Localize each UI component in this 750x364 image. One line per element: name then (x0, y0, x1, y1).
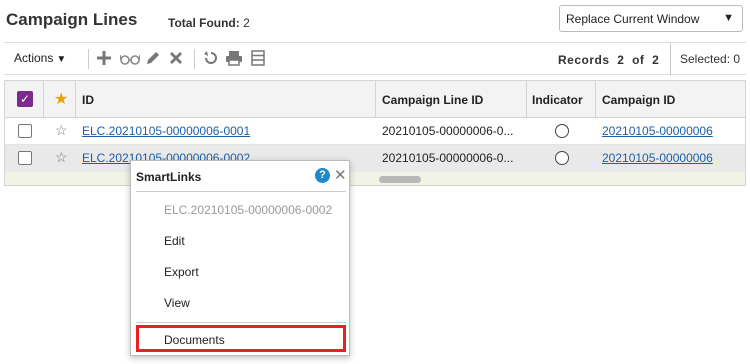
add-icon[interactable] (95, 48, 113, 68)
toolbar-divider (88, 49, 89, 69)
row-campaign-line-id: 20210105-00000006-0... (382, 151, 514, 165)
records-label: Records (558, 53, 610, 67)
actions-label: Actions (14, 51, 54, 65)
column-header-id[interactable]: ID (82, 93, 94, 107)
indicator-radio[interactable] (555, 124, 569, 138)
column-divider (375, 81, 376, 118)
records-total: 2 (652, 53, 660, 67)
close-icon[interactable]: ✕ (334, 166, 347, 184)
popup-divider (136, 191, 346, 192)
page-title: Campaign Lines (6, 10, 138, 29)
row-id-link[interactable]: ELC.20210105-00000006-0001 (82, 124, 250, 138)
table-row[interactable]: ☆ ELC.20210105-00000006-0001 20210105-00… (5, 118, 745, 145)
select-all-checkbox[interactable]: ✓ (17, 91, 33, 107)
column-divider (75, 81, 76, 118)
records-of: of (632, 53, 645, 67)
smartlinks-export[interactable]: Export (164, 265, 199, 279)
window-mode-select[interactable]: Replace Current Window ▼ (559, 5, 743, 32)
column-divider (43, 81, 44, 118)
total-found-value: 2 (243, 16, 250, 30)
columns-icon[interactable] (249, 48, 267, 68)
smartlinks-record-id: ELC.20210105-00000006-0002 (164, 203, 333, 217)
glasses-icon[interactable] (119, 48, 141, 68)
title-bar: Campaign Lines Total Found: 2 Replace Cu… (0, 0, 750, 42)
help-icon[interactable]: ? (315, 168, 330, 183)
star-outline-icon[interactable]: ☆ (55, 122, 68, 139)
column-header-indicator[interactable]: Indicator (532, 93, 583, 107)
delete-icon[interactable] (167, 48, 185, 68)
window-mode-value: Replace Current Window (566, 12, 700, 26)
indicator-radio[interactable] (555, 151, 569, 165)
selected-counter: Selected: 0 (680, 52, 740, 66)
toolbar-divider (670, 43, 671, 76)
campaign-lines-grid: ✓ ★ ID Campaign Line ID Indicator Campai… (4, 80, 746, 186)
horizontal-scrollbar[interactable] (379, 176, 421, 183)
total-found-label: Total Found: (168, 16, 240, 30)
records-counter: Records 2 of 2 (558, 53, 659, 67)
actions-menu-button[interactable]: Actions ▼ (14, 51, 66, 65)
smartlinks-edit[interactable]: Edit (164, 234, 185, 248)
column-header-campaign-line-id[interactable]: Campaign Line ID (382, 93, 483, 107)
chevron-down-icon: ▼ (723, 12, 734, 24)
row-campaign-id-link[interactable]: 20210105-00000006 (602, 124, 713, 138)
row-checkbox[interactable] (18, 124, 32, 138)
row-campaign-line-id: 20210105-00000006-0... (382, 124, 514, 138)
table-row[interactable]: ☆ ELC.20210105-00000006-0002 20210105-00… (5, 145, 745, 172)
smartlinks-documents[interactable]: Documents (136, 325, 346, 352)
grid-header: ✓ ★ ID Campaign Line ID Indicator Campai… (5, 81, 745, 118)
grid-footer-strip (5, 172, 745, 185)
star-outline-icon[interactable]: ☆ (55, 149, 68, 166)
toolbar-divider (194, 49, 195, 69)
edit-icon[interactable] (144, 48, 162, 68)
print-icon[interactable] (225, 48, 243, 68)
smartlinks-title: SmartLinks (136, 170, 202, 184)
refresh-icon[interactable] (202, 48, 220, 68)
row-campaign-id-link[interactable]: 20210105-00000006 (602, 151, 713, 165)
row-checkbox[interactable] (18, 151, 32, 165)
column-header-campaign-id[interactable]: Campaign ID (602, 93, 675, 107)
selected-label: Selected: (680, 52, 731, 66)
star-icon[interactable]: ★ (54, 89, 68, 109)
caret-down-icon: ▼ (56, 54, 67, 65)
records-current: 2 (617, 53, 625, 67)
selected-value: 0 (733, 52, 741, 66)
total-found: Total Found: 2 (168, 16, 250, 30)
toolbar: Actions ▼ Records 2 of 2 Selected: 0 (4, 42, 746, 76)
smartlinks-popup: SmartLinks ? ✕ ELC.20210105-00000006-000… (130, 160, 350, 356)
column-divider (526, 81, 527, 118)
column-divider (595, 81, 596, 118)
popup-divider (136, 322, 346, 323)
smartlinks-view[interactable]: View (164, 296, 190, 310)
smartlinks-documents-label: Documents (164, 333, 225, 347)
